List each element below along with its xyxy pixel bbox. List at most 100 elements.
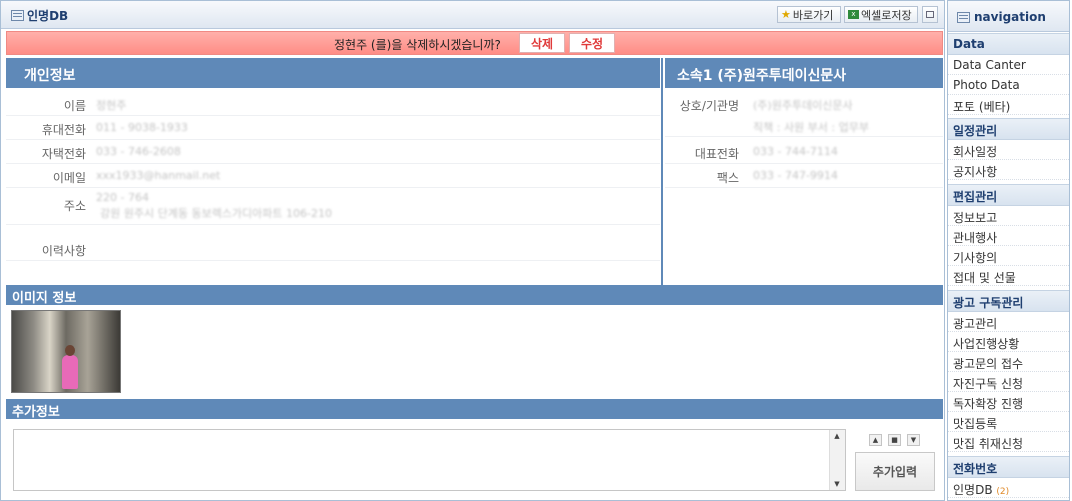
nav-item-info-report[interactable]: 정보보고 [948,206,1069,226]
nav-item-photo-beta[interactable]: 포토 (베타) [948,95,1069,115]
nav-item-count-badge: (2) [996,487,1010,497]
extra-info-heading: 추가정보 [12,405,60,420]
extra-info-textarea[interactable]: ▲ ▼ [13,429,846,491]
document-icon [11,10,24,21]
nav-item-label: Data Canter [953,58,1026,72]
position-value: 직책 : 사원 부서 : 업무부 [753,121,869,134]
nav-item-ad-management[interactable]: 광고관리 [948,312,1069,332]
nav-group-phonebook[interactable]: 전화번호 [948,456,1069,478]
edit-button[interactable]: 수정 [569,33,615,53]
scroll-up-icon[interactable]: ▲ [830,430,844,442]
profile-photo[interactable] [11,310,121,393]
nav-item-label: 정보보고 [953,211,998,225]
company-field-row: 팩스 033 - 747-9914 [665,164,943,188]
delete-confirm-bar: 정현주 (를)을 삭제하시겠습니까? 삭제 수정 [6,31,943,55]
scroll-down-icon[interactable]: ▼ [830,478,844,490]
nav-item-gifts[interactable]: 접대 및 선물 [948,266,1069,286]
company-info-heading: 소속1 (주)원주투데이신문사 [677,68,847,84]
main-panel: 인명DB ★ 바로가기 x 엑셀로저장 정현주 (를)을 삭제하시겠습니까? 삭… [0,0,945,501]
nav-item-subscription-request[interactable]: 자진구독 신청 [948,372,1069,392]
excel-save-button-label: 엑셀로저장 [861,8,912,22]
nav-item-label: 독자확장 진행 [953,397,1024,411]
address-label: 주소 [63,199,86,213]
move-down-icon[interactable]: ▼ [907,434,920,446]
home-phone-value: 033 - 746-2608 [96,145,181,158]
personal-field-row: 이름 정현주 [6,92,660,116]
main-phone-label: 대표전화 [694,147,739,161]
window-restore-button[interactable] [922,6,938,23]
nav-item-label: 광고관리 [953,317,998,331]
nav-item-label: 회사일정 [953,145,998,159]
history-label: 이력사항 [41,244,86,258]
personal-field-row: 자택전화 033 - 746-2608 [6,140,660,164]
nav-item-label-wrap: 인명DB (2) [953,481,1009,498]
nav-item-data-center[interactable]: Data Canter [948,55,1069,75]
add-input-button[interactable]: 추가입력 [855,452,935,491]
name-label: 이름 [63,99,86,113]
personal-field-row: 주소 220 - 764 강원 원주시 단계동 동보렉스가디아파트 106-21… [6,188,660,225]
nav-item-label: 광고문의 접수 [953,357,1024,371]
nav-item-local-events[interactable]: 관내행사 [948,226,1069,246]
fax-value: 033 - 747-9914 [753,169,838,182]
nav-item-label: 사업진행상황 [953,337,1020,351]
nav-item-photo-data[interactable]: Photo Data [948,75,1069,95]
nav-item-ad-inquiry[interactable]: 광고문의 접수 [948,352,1069,372]
nav-group-heading: 광고 구독관리 [953,296,1024,310]
nav-item-article-inquiry[interactable]: 기사항의 [948,246,1069,266]
nav-item-label: 자진구독 신청 [953,377,1024,391]
photo-figure [62,355,78,389]
navigation-title: navigation [974,10,1046,24]
company-name-label: 상호/기관명 [679,99,739,113]
confirm-message: 정현주 (를)을 삭제하시겠습니까? [334,38,501,52]
home-phone-label: 자택전화 [41,147,86,161]
nav-group-schedule[interactable]: 일정관리 [948,118,1069,140]
nav-item-label: 맛집 취재신청 [953,437,1024,451]
email-value: xxx1933@hanmail.net [96,169,221,182]
name-value: 정현주 [96,99,127,112]
document-icon [957,11,970,23]
nav-item-label: 포토 (베타) [953,100,1011,114]
move-up-icon[interactable]: ▲ [869,434,882,446]
nav-item-restaurant-register[interactable]: 맛집등록 [948,412,1069,432]
nav-item-label: Photo Data [953,78,1020,92]
photo-figure-head [65,345,75,356]
nav-group-heading: Data [953,37,985,51]
nav-item-label: 공지사항 [953,165,998,179]
nav-item-label: 관내행사 [953,231,998,245]
nav-group-ads[interactable]: 광고 구독관리 [948,290,1069,312]
nav-item-label: 맛집등록 [953,417,998,431]
image-info-heading: 이미지 정보 [12,291,77,306]
excel-icon: x [848,10,859,19]
nav-item-notice[interactable]: 공지사항 [948,160,1069,180]
nav-item-restaurant-coverage[interactable]: 맛집 취재신청 [948,432,1069,452]
personal-field-row: 이메일 xxx1933@hanmail.net [6,164,660,188]
excel-save-button[interactable]: x 엑셀로저장 [844,6,918,23]
nav-item-company-schedule[interactable]: 회사일정 [948,140,1069,160]
fax-label: 팩스 [716,171,739,185]
company-info-header: 소속1 (주)원주투데이신문사 [665,58,943,88]
nav-group-editing[interactable]: 편집관리 [948,184,1069,206]
memo-scrollbar[interactable]: ▲ ▼ [829,430,845,490]
main-phone-value: 033 - 744-7114 [753,145,838,158]
nav-item-reader-expansion[interactable]: 독자확장 진행 [948,392,1069,412]
nav-group-data[interactable]: Data [948,33,1069,55]
personal-info-header: 개인정보 [6,58,660,88]
mobile-value: 011 - 9038-1933 [96,121,188,134]
company-field-row: 상호/기관명 (주)원주투데이신문사 직책 : 사원 부서 : 업무부 [665,92,943,137]
email-label: 이메일 [52,171,86,185]
personal-info-heading: 개인정보 [24,68,76,84]
nav-item-label: 접대 및 선물 [953,271,1016,285]
personal-field-row: 이력사항 [6,237,660,261]
window-titlebar: 인명DB ★ 바로가기 x 엑셀로저장 [1,1,944,29]
nav-item-people-db[interactable]: 인명DB (2) [948,478,1069,498]
nav-item-business-progress[interactable]: 사업진행상황 [948,332,1069,352]
nav-item-label: 기사항의 [953,251,998,265]
address-value: 강원 원주시 단계동 동보렉스가디아파트 106-210 [100,207,332,220]
company-name-value: (주)원주투데이신문사 [753,99,853,112]
stop-icon[interactable]: ■ [888,434,901,446]
company-field-row: 대표전화 033 - 744-7114 [665,140,943,164]
shortcut-button[interactable]: ★ 바로가기 [777,6,841,23]
navigation-sidebar: navigation Data Data Canter Photo Data 포… [947,0,1070,501]
delete-button[interactable]: 삭제 [519,33,565,53]
section-divider [661,58,663,285]
